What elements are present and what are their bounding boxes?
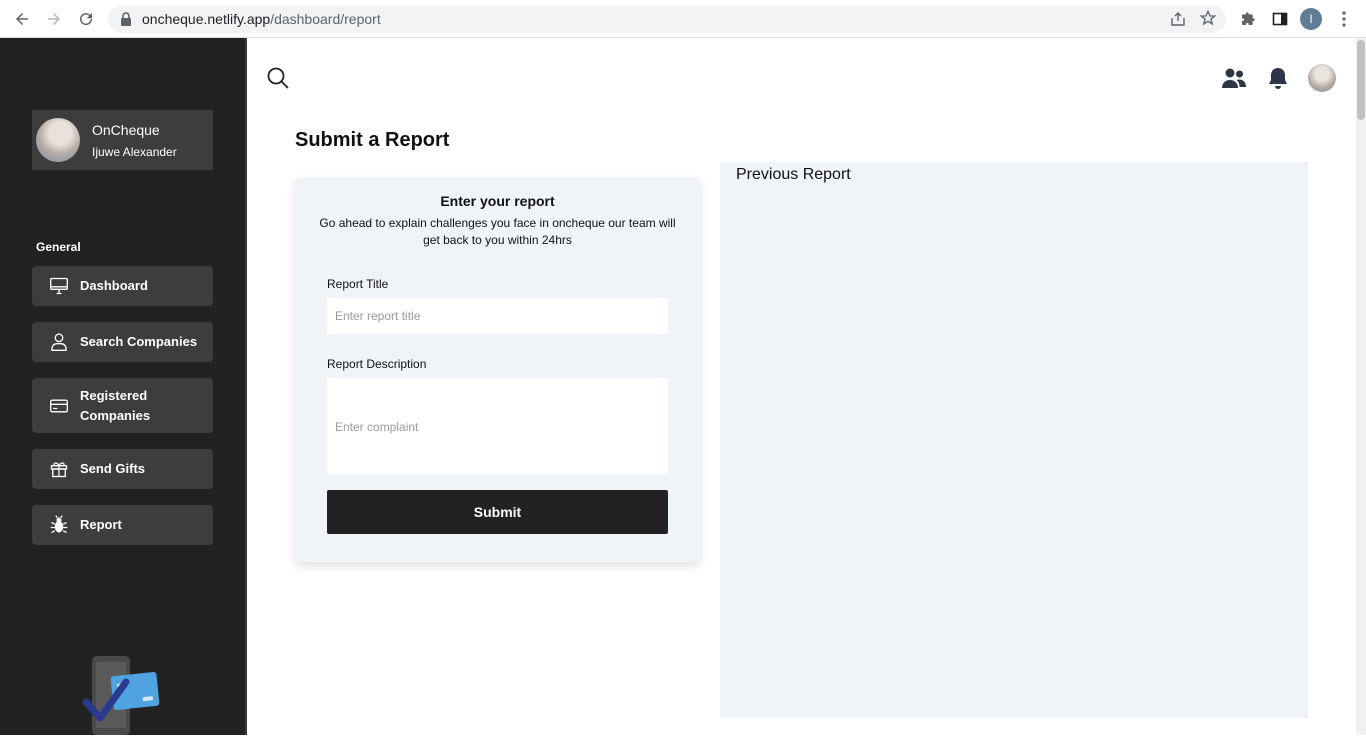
bell-icon[interactable] <box>1267 66 1289 95</box>
extensions-icon[interactable] <box>1238 9 1258 29</box>
report-form-card: Enter your report Go ahead to explain ch… <box>295 178 700 562</box>
monitor-icon <box>48 275 70 297</box>
report-title-input[interactable] <box>327 298 668 334</box>
sidebar-item-label: Dashboard <box>80 278 148 293</box>
sidebar-item-label: Send Gifts <box>80 461 146 476</box>
report-description-field[interactable] <box>327 378 668 474</box>
sidebar-item-registered-companies[interactable]: Registered Companies <box>32 378 213 433</box>
page-title: Submit a Report <box>295 129 450 151</box>
sidebar-item-label: Search Companies <box>80 334 198 349</box>
avatar <box>36 118 80 162</box>
card-icon <box>48 395 70 417</box>
address-bar[interactable]: oncheque.netlify.app/dashboard/report <box>108 5 1226 33</box>
share-icon[interactable] <box>1170 11 1186 32</box>
sidebar-item-dashboard[interactable]: Dashboard <box>32 266 213 306</box>
back-arrow-icon[interactable] <box>10 7 34 31</box>
profile-card[interactable]: OnCheque Ijuwe Alexander <box>32 110 213 170</box>
section-label-general: General <box>36 240 81 254</box>
users-icon[interactable] <box>1221 66 1247 95</box>
form-heading: Enter your report <box>440 193 555 209</box>
sidebar: OnCheque Ijuwe Alexander General Dashboa… <box>0 38 247 735</box>
browser-toolbar: oncheque.netlify.app/dashboard/report I <box>0 0 1366 38</box>
report-title-label: Report Title <box>327 277 389 291</box>
side-panel-icon[interactable] <box>1270 9 1290 29</box>
sidebar-item-label: Report <box>80 517 122 532</box>
sidebar-item-send-gifts[interactable]: Send Gifts <box>32 449 213 489</box>
scrollbar-track[interactable] <box>1356 38 1366 735</box>
search-icon[interactable] <box>266 66 290 95</box>
more-menu-icon[interactable] <box>1334 9 1354 29</box>
submit-button[interactable]: Submit <box>327 490 668 534</box>
report-description-label: Report Description <box>327 357 427 371</box>
browser-profile-avatar[interactable]: I <box>1300 8 1322 30</box>
scrollbar-thumb[interactable] <box>1357 40 1365 120</box>
profile-username: Ijuwe Alexander <box>92 145 177 159</box>
forward-arrow-icon[interactable] <box>42 7 66 31</box>
profile-name: OnCheque <box>92 122 160 138</box>
bookmark-star-icon[interactable] <box>1199 9 1217 31</box>
lock-icon <box>120 12 132 31</box>
sidebar-item-report[interactable]: Report <box>32 505 213 545</box>
previous-report-panel: Previous Report <box>720 162 1308 718</box>
sidebar-item-search-companies[interactable]: Search Companies <box>32 322 213 362</box>
previous-report-title: Previous Report <box>736 166 851 183</box>
sidebar-item-label: Registered Companies <box>80 387 151 423</box>
phone-card-illustration <box>82 654 164 735</box>
bug-icon <box>48 514 70 536</box>
url-text: oncheque.netlify.app/dashboard/report <box>142 11 381 27</box>
avatar[interactable] <box>1308 64 1336 92</box>
form-subtitle: Go ahead to explain challenges you face … <box>319 216 676 247</box>
gift-icon <box>48 458 70 480</box>
user-icon <box>48 331 70 353</box>
reload-icon[interactable] <box>74 7 98 31</box>
